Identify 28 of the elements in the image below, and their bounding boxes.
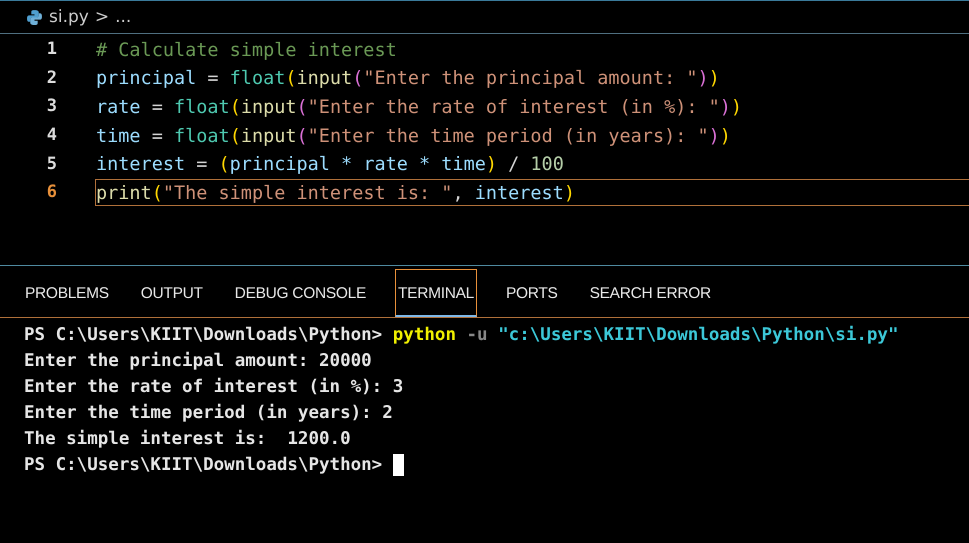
terminal-line: Enter the rate of interest (in %): 3 (24, 376, 404, 399)
terminal-line: PS C:\Users\KIIT\Downloads\Python> (24, 454, 384, 477)
terminal-line: PS C:\Users\KIIT\Downloads\Python> python -u "c:\Users\KIIT\Downloads\Python\si.py" (24, 324, 899, 347)
breadcrumb-more[interactable]: ... (115, 7, 132, 27)
line-number: 2 (46, 68, 57, 88)
code-line: print("The simple interest is: ", interest) (95, 178, 969, 206)
line-number: 5 (46, 154, 57, 174)
code-line: interest = (principal * rate * time) / 100 (95, 153, 565, 178)
code-line: time = float(input("Enter the time period (in years): ")) (95, 124, 732, 149)
panel-tab[interactable]: TERMINAL (395, 269, 477, 317)
breadcrumb-file[interactable]: si.py (49, 7, 89, 27)
code-line: # Calculate simple interest (95, 38, 398, 63)
panel-tab[interactable]: OUTPUT (138, 269, 206, 317)
terminal-line: Enter the principal amount: 20000 (24, 350, 372, 373)
python-file-icon (26, 8, 43, 26)
line-number: 6 (46, 182, 57, 202)
breadcrumb-separator: > (94, 7, 110, 27)
code-line: principal = float(input("Enter the principal amount: ")) (95, 67, 721, 92)
panel-tab[interactable]: PROBLEMS (22, 269, 112, 317)
line-number: 3 (46, 96, 57, 116)
terminal-line: The simple interest is: 1200.0 (24, 428, 351, 451)
panel-tab[interactable]: SEARCH ERROR (586, 269, 714, 317)
panel-tab[interactable]: PORTS (502, 269, 561, 317)
line-number: 4 (46, 125, 57, 146)
terminal-line: Enter the time period (in years): 2 (24, 402, 393, 425)
code-line: rate = float(input("Enter the rate of interest (in %): ")) (95, 96, 744, 120)
panel-tab[interactable]: DEBUG CONSOLE (232, 269, 369, 317)
line-number: 1 (46, 39, 57, 60)
